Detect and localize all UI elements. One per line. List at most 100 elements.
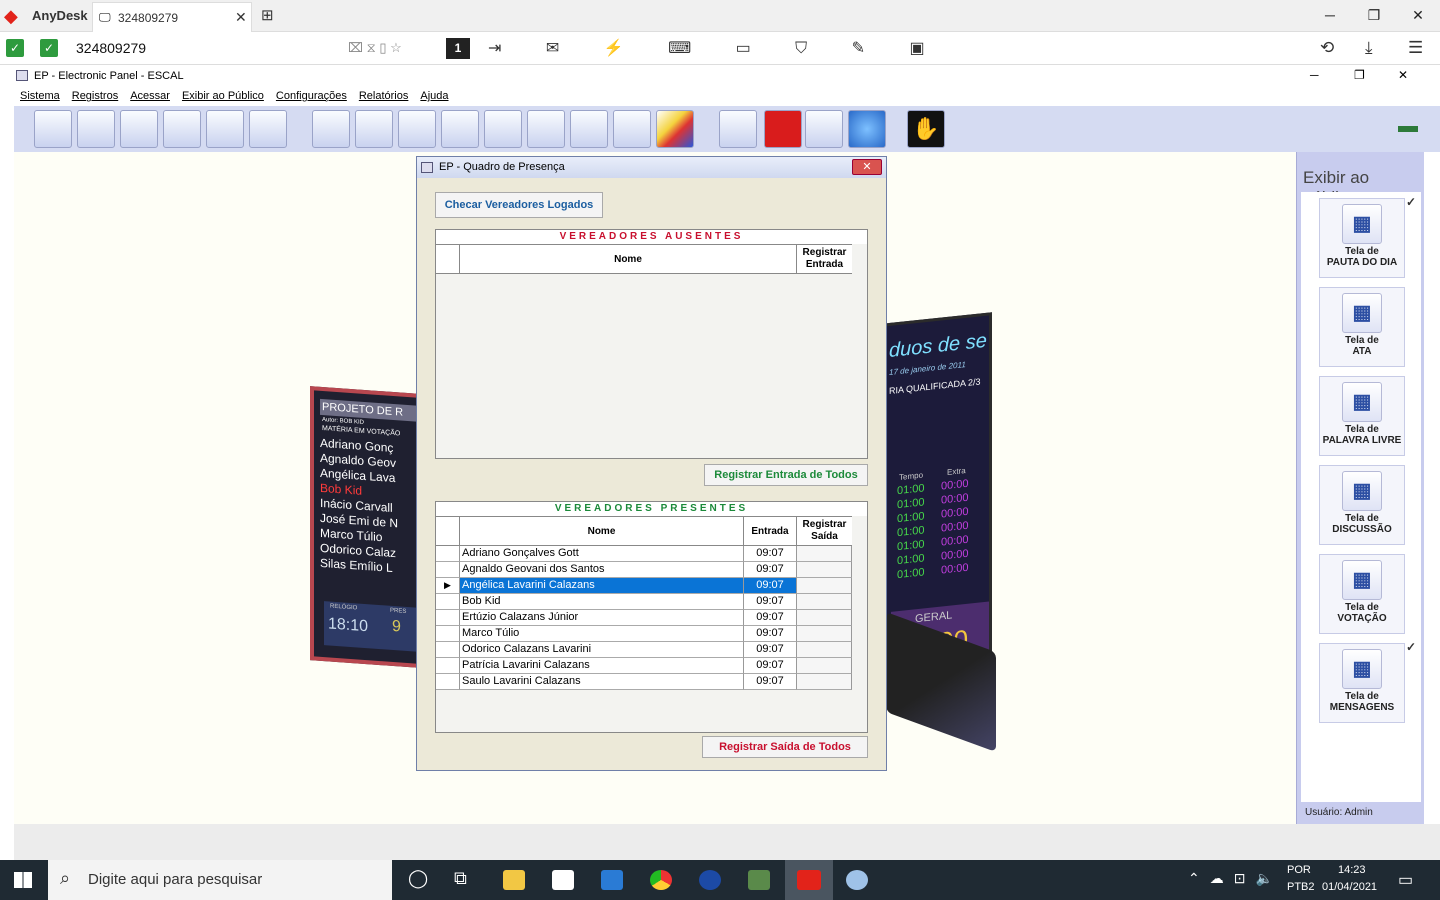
row-entrada[interactable]: 09:07 [744, 658, 797, 674]
row-registrar-saida[interactable] [797, 674, 852, 690]
globe-icon[interactable] [34, 110, 72, 148]
cortana-icon[interactable]: ◯ [408, 868, 428, 889]
panel-tile[interactable]: ▦ Tela de PAUTA DO DIA ✓ [1319, 195, 1416, 278]
app-icon-network[interactable] [748, 870, 770, 890]
lang2[interactable]: PTB2 [1287, 881, 1315, 893]
table-row[interactable]: Marco Túlio 09:07 [436, 626, 852, 642]
door-icon[interactable] [206, 110, 244, 148]
calendar-icon[interactable] [120, 110, 158, 148]
panel-tile[interactable]: ▦ Tela de VOTAÇÃO [1319, 554, 1405, 634]
row-nome[interactable]: Agnaldo Geovani dos Santos [460, 562, 744, 578]
row-entrada[interactable]: 09:07 [744, 626, 797, 642]
dialog-close-button[interactable]: ✕ [852, 159, 882, 175]
menu-item[interactable]: Acessar [130, 90, 170, 102]
close-button[interactable]: ✕ [1396, 0, 1440, 30]
check-logged-button[interactable]: Checar Vereadores Logados [435, 192, 603, 218]
support-icon[interactable] [805, 110, 843, 148]
table-row[interactable]: Ertúzio Calazans Júnior 09:07 [436, 610, 852, 626]
timer-doc-icon[interactable] [484, 110, 522, 148]
close-tab-icon[interactable]: ✕ [235, 9, 247, 26]
row-entrada[interactable]: 09:07 [744, 578, 797, 594]
address-tools-icon[interactable]: ⌧ ⧖ ▯ ☆ [348, 40, 402, 56]
table-row[interactable]: Adriano Gonçalves Gott 09:07 [436, 546, 852, 562]
download-icon[interactable]: ⤓ [1365, 38, 1373, 58]
row-registrar-saida[interactable] [797, 610, 852, 626]
row-registrar-saida[interactable] [797, 658, 852, 674]
maximize-button[interactable]: ❐ [1352, 0, 1396, 30]
register-all-out-button[interactable]: Registrar Saída de Todos [702, 736, 868, 758]
colors-icon[interactable] [656, 110, 694, 148]
notification-icon[interactable]: ▭ [1398, 870, 1413, 890]
display-icon[interactable] [570, 110, 608, 148]
monitor-settings-icon[interactable] [312, 110, 350, 148]
row-registrar-saida[interactable] [797, 594, 852, 610]
row-nome[interactable]: Odorico Calazans Lavarini [460, 642, 744, 658]
row-nome[interactable]: Marco Túlio [460, 626, 744, 642]
panel-tile[interactable]: ▦ Tela de DISCUSSÃO [1319, 465, 1405, 545]
books-icon[interactable] [163, 110, 201, 148]
row-nome[interactable]: Angélica Lavarini Calazans [460, 578, 744, 594]
panel-tile[interactable]: ▦ Tela de PALAVRA LIVRE [1319, 376, 1405, 456]
text-icon[interactable] [441, 110, 479, 148]
electronic-panel-taskbar-icon[interactable] [846, 870, 868, 890]
menu-icon[interactable]: ☰ [1408, 38, 1423, 58]
menu-item[interactable]: Relatórios [359, 90, 409, 102]
browser-icon[interactable] [848, 110, 886, 148]
table-row[interactable]: Bob Kid 09:07 [436, 594, 852, 610]
teamspeak-icon[interactable] [699, 870, 721, 890]
task-view-icon[interactable]: ⧉ [454, 868, 467, 889]
file-explorer-icon[interactable] [503, 870, 525, 890]
users-icon[interactable] [719, 110, 757, 148]
row-entrada[interactable]: 09:07 [744, 594, 797, 610]
menu-item[interactable]: Exibir ao Público [182, 90, 264, 102]
display-number-button[interactable]: 1 [446, 38, 470, 59]
mail-icon[interactable] [601, 870, 623, 890]
panel-tile[interactable]: ▦ Tela de MENSAGENS ✓ [1319, 640, 1416, 723]
mixer-icon[interactable] [527, 110, 565, 148]
lang1[interactable]: POR [1287, 864, 1311, 876]
clock-time[interactable]: 14:23 [1338, 864, 1366, 876]
panel-tile[interactable]: ▦ Tela de ATA [1319, 287, 1405, 367]
table-row[interactable]: Patrícia Lavarini Calazans 09:07 [436, 658, 852, 674]
row-entrada[interactable]: 09:07 [744, 546, 797, 562]
address-field[interactable]: 324809279 [76, 40, 146, 56]
row-nome[interactable]: Bob Kid [460, 594, 744, 610]
row-nome[interactable]: Patrícia Lavarini Calazans [460, 658, 744, 674]
table-row[interactable]: Odorico Calazans Lavarini 09:07 [436, 642, 852, 658]
menu-item[interactable]: Configurações [276, 90, 347, 102]
chrome-icon[interactable] [650, 870, 672, 890]
folder-icon[interactable] [249, 110, 287, 148]
tray-icons[interactable]: ⌃☁⊡🔈 [1188, 870, 1283, 887]
row-nome[interactable]: Saulo Lavarini Calazans [460, 674, 744, 690]
menu-item[interactable]: Ajuda [420, 90, 448, 102]
vote-icon[interactable] [355, 110, 393, 148]
tools-icon[interactable] [398, 110, 436, 148]
row-entrada[interactable]: 09:07 [744, 610, 797, 626]
row-nome[interactable]: Ertúzio Calazans Júnior [460, 610, 744, 626]
remote-close-button[interactable]: ✕ [1398, 68, 1408, 82]
remote-minimize-button[interactable]: ─ [1310, 68, 1319, 82]
row-entrada[interactable]: 09:07 [744, 562, 797, 578]
row-registrar-saida[interactable] [797, 642, 852, 658]
taskbar-search[interactable]: Digite aqui para pesquisar [48, 860, 392, 900]
row-registrar-saida[interactable] [797, 546, 852, 562]
remote-maximize-button[interactable]: ❐ [1354, 68, 1365, 82]
new-tab-icon[interactable]: ⊞ [261, 6, 274, 24]
row-entrada[interactable]: 09:07 [744, 642, 797, 658]
menu-item[interactable]: Registros [72, 90, 118, 102]
register-all-in-button[interactable]: Registrar Entrada de Todos [704, 464, 868, 486]
session-tab[interactable]: 🖵 324809279 ✕ [92, 2, 252, 32]
history-icon[interactable]: ⟲ [1320, 38, 1334, 58]
table-row[interactable]: Agnaldo Geovani dos Santos 09:07 [436, 562, 852, 578]
row-registrar-saida[interactable] [797, 578, 852, 594]
store-icon[interactable] [552, 870, 574, 890]
row-nome[interactable]: Adriano Gonçalves Gott [460, 546, 744, 562]
session-actions-icon[interactable]: ⇥ ✉ ⚡ ⌨ ▭ ⛉ ✎ ▣ [488, 38, 945, 58]
anydesk-taskbar-button[interactable] [785, 860, 833, 900]
row-registrar-saida[interactable] [797, 562, 852, 578]
row-entrada[interactable]: 09:07 [744, 674, 797, 690]
start-icon[interactable] [14, 872, 32, 888]
server-icon[interactable] [77, 110, 115, 148]
clock-date[interactable]: 01/04/2021 [1322, 881, 1377, 893]
exit-icon[interactable] [613, 110, 651, 148]
